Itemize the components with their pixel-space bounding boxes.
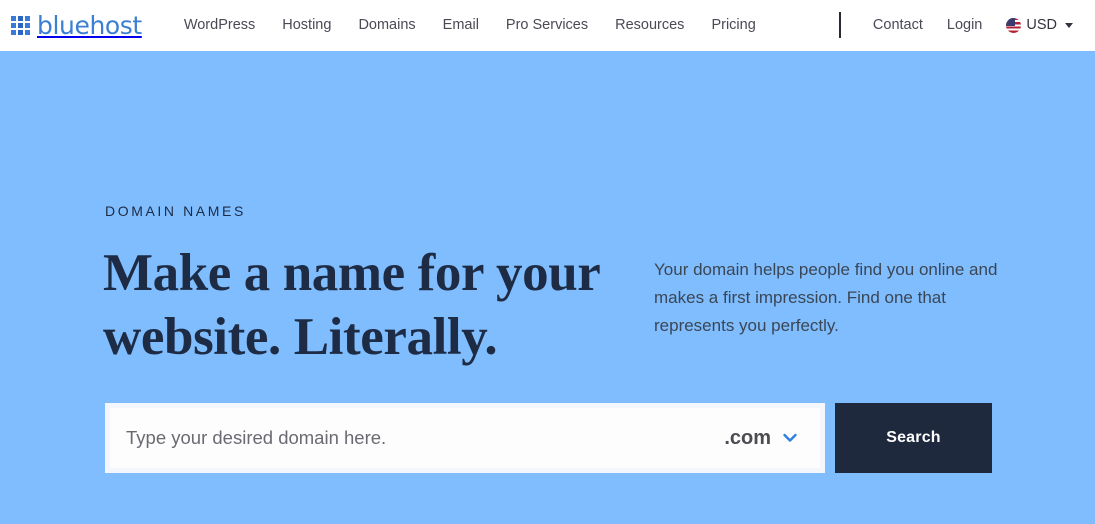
us-flag-icon [1006, 18, 1022, 33]
domain-search-field[interactable]: .com [105, 403, 825, 473]
header-utility-nav: Contact Login USD [873, 18, 1095, 33]
nav-item-hosting[interactable]: Hosting [282, 18, 331, 33]
nav-item-email[interactable]: Email [443, 18, 479, 33]
domain-search-input[interactable] [110, 408, 725, 468]
brand-name: bluehost [37, 11, 142, 40]
page-title: Make a name for your website. Literally. [103, 244, 600, 366]
page-root: bluehost WordPress Hosting Domains Email… [0, 0, 1095, 524]
caret-down-icon [1065, 23, 1073, 28]
domain-search-form: .com Search [105, 403, 992, 473]
nav-item-resources[interactable]: Resources [615, 18, 684, 33]
chevron-down-icon [783, 433, 797, 442]
nav-item-wordpress[interactable]: WordPress [184, 18, 255, 33]
login-link[interactable]: Login [947, 18, 982, 33]
grid-3x3-icon [11, 16, 30, 35]
currency-code: USD [1026, 17, 1057, 34]
tld-dropdown[interactable]: .com [724, 428, 820, 448]
hero-description: Your domain helps people find you online… [654, 260, 998, 335]
bluehost-logo[interactable]: bluehost [11, 13, 142, 38]
search-button[interactable]: Search [835, 403, 992, 473]
contact-link[interactable]: Contact [873, 18, 923, 33]
site-header: bluehost WordPress Hosting Domains Email… [0, 0, 1095, 51]
tld-label: .com [724, 427, 771, 449]
nav-item-domains[interactable]: Domains [358, 18, 415, 33]
primary-navigation: WordPress Hosting Domains Email Pro Serv… [184, 18, 756, 33]
nav-item-pricing[interactable]: Pricing [711, 18, 755, 33]
hero-section: DOMAIN NAMES Make a name for your websit… [0, 51, 1095, 524]
currency-selector[interactable]: USD [1006, 18, 1073, 33]
nav-item-pro-services[interactable]: Pro Services [506, 18, 588, 33]
header-divider [839, 12, 841, 38]
hero-eyebrow: DOMAIN NAMES [105, 203, 246, 219]
